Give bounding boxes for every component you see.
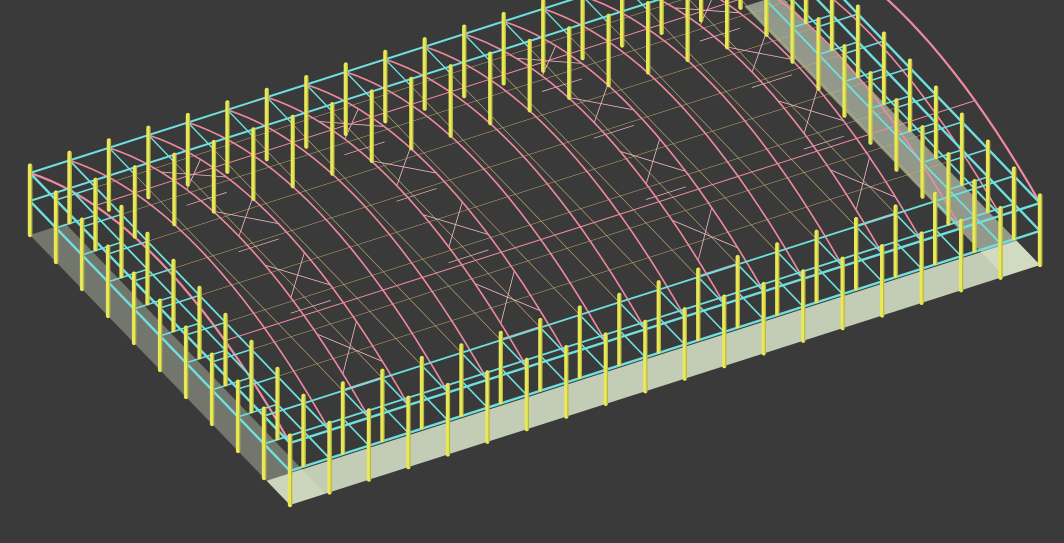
- cad-viewport[interactable]: [0, 0, 1064, 543]
- frame-beam: [55, 214, 97, 229]
- roof-bracing-diagonal: [619, 150, 687, 172]
- frame-beam: [947, 148, 989, 163]
- frame-beam: [999, 202, 1041, 217]
- grid-line-y: [81, 0, 793, 228]
- floor-slab-right: [744, 0, 1040, 277]
- grid-line-y: [55, 0, 682, 201]
- frame-beam: [237, 375, 279, 390]
- roof-bracing-diagonal: [777, 100, 844, 122]
- frame-beam: [289, 429, 331, 444]
- frame-beam: [159, 294, 201, 309]
- frame-beam: [869, 67, 911, 82]
- frame-beam: [29, 187, 71, 202]
- roof-bracing-diagonal: [422, 214, 489, 235]
- grid-line-y: [237, 148, 989, 390]
- frame-beam: [817, 13, 859, 28]
- frame-beam: [29, 159, 71, 174]
- frame-beam: [133, 267, 175, 282]
- frame-beam: [843, 40, 885, 55]
- frame-beam: [55, 186, 97, 201]
- roof-bracing-diagonal: [264, 264, 331, 286]
- perimeter-beam-front: [288, 229, 1042, 473]
- structural-model-3d: [27, 0, 1043, 508]
- grid-line-y: [211, 121, 963, 363]
- frame-beam: [107, 240, 149, 255]
